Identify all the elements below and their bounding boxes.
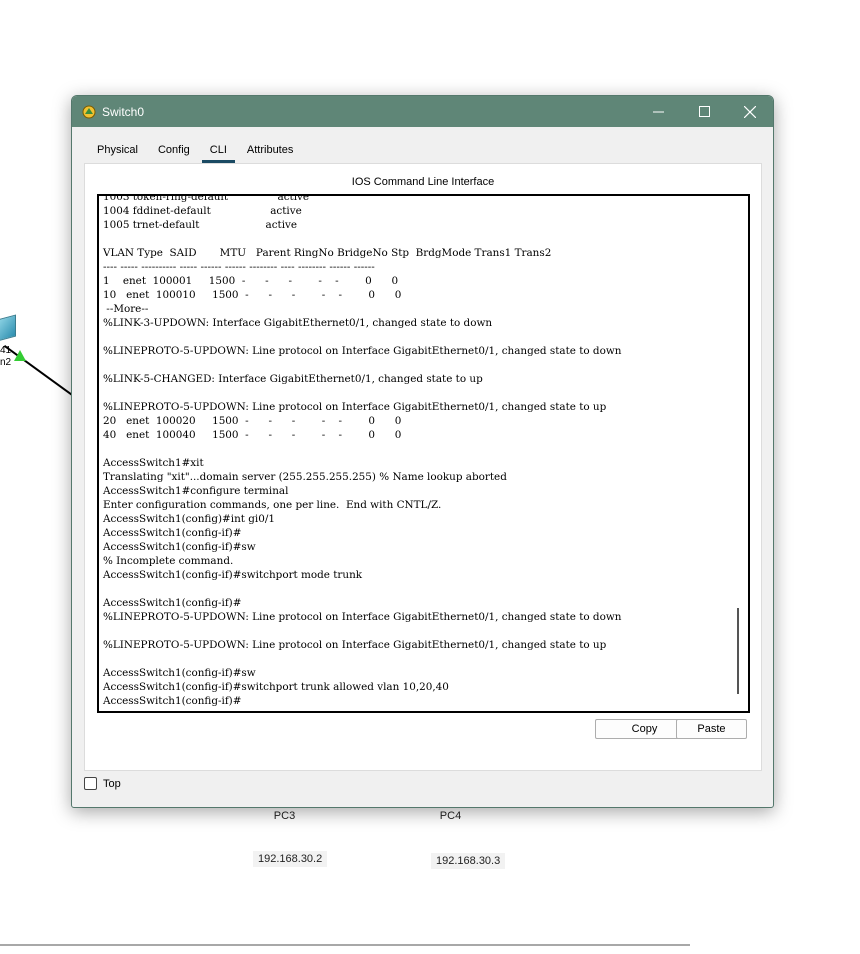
terminal-line: 1 enet 100001 1500 - - - - - 0 0 [103, 275, 399, 287]
close-icon[interactable] [727, 96, 773, 127]
cli-heading: IOS Command Line Interface [351, 176, 495, 188]
terminal-line: Enter configuration commands, one per li… [103, 499, 442, 511]
pc3-ip-label: 192.168.30.2 [253, 851, 328, 867]
terminal-line: %LINK-3-UPDOWN: Interface GigabitEtherne… [103, 317, 493, 329]
minimize-icon[interactable] [635, 96, 681, 127]
terminal-line: AccessSwitch1(config-if)#switchport trun… [103, 681, 449, 693]
terminal-line: AccessSwitch1(config-if)# [103, 695, 242, 707]
device-label: 41 n2 [0, 345, 12, 368]
terminal-line: %LINEPROTO-5-UPDOWN: Line protocol on In… [103, 611, 622, 623]
tab-config[interactable]: Config [148, 139, 200, 163]
terminal-line: 1005 trnet-default active [103, 219, 298, 231]
terminal-line: %LINEPROTO-5-UPDOWN: Line protocol on In… [103, 345, 622, 357]
top-label: Top [103, 777, 121, 790]
window-title: Switch0 [102, 104, 145, 119]
tab-bar: Physical Config CLI Attributes [87, 139, 303, 163]
title-bar[interactable]: Switch0 [72, 96, 773, 127]
terminal-line: Translating "xit"...domain server (255.2… [103, 471, 507, 483]
tab-attributes[interactable]: Attributes [237, 139, 303, 163]
workspace-scrollbar[interactable] [0, 944, 690, 946]
link-status-icon [14, 350, 26, 361]
terminal-line: 40 enet 100040 1500 - - - - - 0 0 [103, 429, 402, 441]
terminal-output[interactable]: 1003 token-ring-default active 1004 fddi… [103, 194, 622, 708]
terminal-line: VLAN Type SAID MTU Parent RingNo BridgeN… [103, 247, 552, 259]
top-toggle[interactable]: Top [84, 777, 121, 790]
paste-button[interactable]: Paste [676, 719, 747, 739]
top-checkbox[interactable] [84, 777, 97, 790]
terminal-line: AccessSwitch1(config-if)#switchport mode… [103, 569, 363, 581]
terminal-line: ---- ----- ---------- ----- ------ -----… [103, 261, 375, 273]
tab-physical[interactable]: Physical [87, 139, 148, 163]
switch-device-icon[interactable] [0, 314, 16, 344]
pc4-ip-label: 192.168.30.3 [431, 853, 506, 869]
device-window: Switch0 Physical Config CLI Attributes I… [71, 95, 774, 808]
terminal-line: 1004 fddinet-default active [103, 205, 302, 217]
terminal-line: AccessSwitch1#xit [103, 457, 204, 469]
terminal-line: AccessSwitch1(config-if)#sw [103, 667, 256, 679]
terminal-line: 10 enet 100010 1500 - - - - - 0 0 [103, 289, 402, 301]
cli-terminal[interactable]: 1003 token-ring-default active 1004 fddi… [97, 194, 750, 713]
terminal-line: % Incomplete command. [103, 555, 234, 567]
terminal-line: AccessSwitch1(config-if)# [103, 527, 242, 539]
terminal-line: %LINK-5-CHANGED: Interface GigabitEthern… [103, 373, 483, 385]
terminal-line: AccessSwitch1(config-if)# [103, 597, 242, 609]
tab-cli[interactable]: CLI [200, 139, 237, 163]
cli-panel: IOS Command Line Interface 1003 token-ri… [84, 163, 762, 771]
terminal-line: --More-- [103, 303, 149, 315]
packet-tracer-icon [82, 105, 96, 119]
terminal-line: AccessSwitch1(config-if)#sw [103, 541, 256, 553]
maximize-icon[interactable] [681, 96, 727, 127]
terminal-line: %LINEPROTO-5-UPDOWN: Line protocol on In… [103, 401, 607, 413]
terminal-scrollbar[interactable] [737, 608, 739, 694]
terminal-line: AccessSwitch1#configure terminal [103, 485, 289, 497]
terminal-line: %LINEPROTO-5-UPDOWN: Line protocol on In… [103, 639, 607, 651]
terminal-line: 1003 token-ring-default active [103, 194, 310, 203]
terminal-line: AccessSwitch1(config)#int gi0/1 [103, 513, 275, 525]
terminal-line: 20 enet 100020 1500 - - - - - 0 0 [103, 415, 402, 427]
